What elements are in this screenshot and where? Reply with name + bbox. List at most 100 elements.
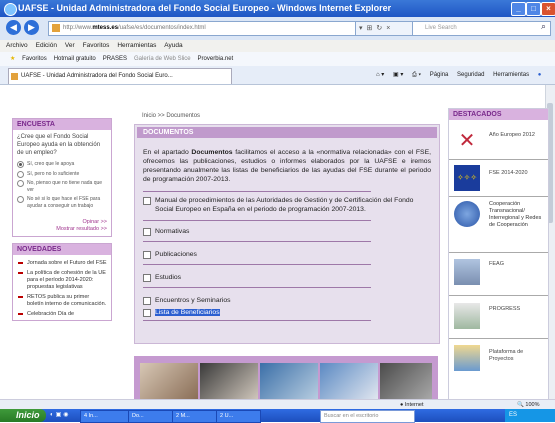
favorites-bar: ★ Favoritos Hotmail gratuito PRASES Gale…: [0, 52, 555, 67]
menu-favoritos[interactable]: Favoritos: [83, 42, 110, 49]
menu-herramientas[interactable]: Herramientas: [117, 42, 156, 49]
taskbar-item[interactable]: 2 U...: [216, 410, 261, 423]
banner-photo: [140, 363, 198, 399]
encuesta-option[interactable]: Sí, pero no lo suficiente: [13, 170, 111, 180]
document-icon: [143, 274, 151, 282]
banner-photo: [380, 363, 432, 399]
taskbar-item[interactable]: 2 M...: [172, 410, 217, 423]
doc-item-label: Lista de Beneficiarios: [155, 309, 220, 316]
address-actions[interactable]: ▾⊞↻×: [355, 21, 415, 36]
menu-ayuda[interactable]: Ayuda: [164, 42, 182, 49]
minimize-button[interactable]: _: [511, 2, 526, 16]
manual-link[interactable]: Manual de procedimientos de las Autorida…: [135, 196, 439, 214]
taskbar-item[interactable]: 4 In...: [80, 410, 129, 423]
news-text: RETOS publica su primer boletín interno …: [27, 294, 107, 307]
favorites-label: Favoritos: [22, 56, 47, 62]
menu-archivo[interactable]: Archivo: [6, 42, 28, 49]
radio-icon: [17, 180, 24, 187]
language-indicator[interactable]: ES: [509, 412, 517, 418]
tab-bar: UAFSE - Unidad Administradora del Fondo …: [0, 66, 555, 85]
cmd-seguridad[interactable]: Seguridad: [457, 72, 484, 78]
document-icon: [143, 309, 151, 317]
encuesta-option[interactable]: No sé si lo que hace el FSE para ayudar …: [13, 195, 111, 211]
page-favicon-icon: [52, 24, 60, 32]
news-text: Celebración Día de: [27, 311, 75, 317]
url-domain: mtess.es: [92, 25, 119, 31]
novedades-box: NOVEDADES Jornada sobre el Futuro del FS…: [12, 243, 112, 321]
destacado-item[interactable]: PROGRESS: [449, 296, 548, 339]
cmd-herramientas[interactable]: Herramientas: [493, 72, 529, 78]
banner-photo: [260, 363, 318, 399]
left-sidebar: ENCUESTA ¿Cree que el Fondo Social Europ…: [12, 118, 112, 321]
radio-icon: [17, 196, 24, 203]
progress-icon: [454, 303, 480, 329]
fav-proverbia[interactable]: Proverbia.net: [198, 56, 234, 62]
eu-flag-icon: ✧✧✧: [454, 165, 480, 191]
platform-icon: [454, 345, 480, 371]
menu-ver[interactable]: Ver: [65, 42, 75, 49]
destacado-item[interactable]: FEAG: [449, 253, 548, 296]
zone-label: Internet: [404, 402, 424, 408]
window-title-bar: UAFSE - Unidad Administradora del Fondo …: [0, 0, 555, 17]
doc-item-publicaciones[interactable]: Publicaciones: [135, 250, 439, 259]
cmd-pagina[interactable]: Página: [430, 72, 449, 78]
desktop-search-input[interactable]: Buscar en el escritorio: [320, 410, 415, 423]
news-item[interactable]: La política de cohesión de la UE para el…: [13, 269, 111, 293]
destacado-label: Año Europeo 2012: [489, 132, 535, 138]
search-input[interactable]: Live Search: [412, 21, 551, 36]
destacado-item[interactable]: ✧✧✧ FSE 2014-2020: [449, 160, 548, 197]
fav-web-slice[interactable]: Galería de Web Slice: [134, 56, 191, 62]
option-label: No, pienso que no tiene nada que ver: [27, 180, 103, 193]
forward-button[interactable]: ▶: [24, 20, 39, 35]
doc-item-normativas[interactable]: Normativas: [135, 227, 439, 236]
banner-photo: [320, 363, 378, 399]
back-button[interactable]: ◀: [6, 20, 21, 35]
tab-uafse[interactable]: UAFSE - Unidad Administradora del Fondo …: [8, 68, 232, 84]
feeds-icon[interactable]: ▣ ▾: [393, 72, 403, 78]
opinar-link[interactable]: Opinar >>: [13, 219, 111, 226]
encuesta-option[interactable]: Sí, creo que le apoya: [13, 160, 111, 170]
novedades-heading: NOVEDADES: [13, 244, 111, 255]
radio-icon: [17, 170, 24, 178]
fav-hotmail[interactable]: Hotmail gratuito: [54, 56, 96, 62]
doc-item-encuentros[interactable]: Encuentros y Seminarios: [135, 296, 439, 305]
mostrar-resultado-link[interactable]: Mostrar resultado >>: [13, 226, 111, 236]
destacado-item[interactable]: Plataforma de Proyectos: [449, 339, 548, 379]
start-button[interactable]: Inicio: [0, 409, 46, 422]
home-icon[interactable]: ⌂ ▾: [376, 72, 384, 78]
documentos-intro: En el apartado Documentos facilitamos el…: [135, 140, 439, 184]
documentos-heading: DOCUMENTOS: [137, 127, 437, 138]
doc-item-estudios[interactable]: Estudios: [135, 273, 439, 282]
system-tray: ES: [505, 409, 555, 422]
favorites-button[interactable]: ★ Favoritos: [5, 56, 47, 62]
bullet-icon: [18, 272, 23, 274]
encuesta-option[interactable]: No, pienso que no tiene nada que ver: [13, 179, 111, 195]
taskbar-item[interactable]: Do...: [128, 410, 173, 423]
maximize-button[interactable]: □: [526, 2, 541, 16]
close-window-button[interactable]: ×: [541, 2, 555, 16]
fav-prases[interactable]: PRASES: [103, 56, 127, 62]
breadcrumb[interactable]: Inicio >> Documentos: [142, 113, 200, 119]
destacados-heading: DESTACADOS: [449, 109, 548, 120]
document-icon: [143, 297, 151, 305]
zoom-value: 100%: [525, 402, 540, 408]
print-icon[interactable]: ⎙ ▾: [412, 72, 421, 78]
search-icon[interactable]: ⌕: [541, 21, 546, 32]
doc-item-beneficiarios[interactable]: Lista de Beneficiarios: [135, 308, 439, 317]
globe-icon: [454, 201, 480, 227]
encuesta-question: ¿Cree que el Fondo Social Europeo ayuda …: [17, 134, 101, 156]
doc-item-label: Encuentros y Seminarios: [155, 297, 231, 304]
quick-launch-icons[interactable]: ◐▣◉: [50, 411, 71, 418]
menu-edicion[interactable]: Edición: [36, 42, 57, 49]
news-item[interactable]: Celebración Día de: [13, 310, 111, 320]
destacado-item[interactable]: Cooperación Transnacional/ Interregional…: [449, 197, 548, 253]
destacado-label: FEAG: [489, 261, 504, 267]
destacados-sidebar: DESTACADOS ✕ Año Europeo 2012 ✧✧✧ FSE 20…: [448, 108, 549, 402]
help-icon[interactable]: ●: [538, 72, 542, 78]
destacado-item[interactable]: ✕ Año Europeo 2012: [449, 122, 548, 160]
news-item[interactable]: RETOS publica su primer boletín interno …: [13, 293, 111, 310]
taskbar: Inicio ◐▣◉ 4 In... Do... 2 M... 2 U... B…: [0, 409, 555, 423]
window-title: UAFSE - Unidad Administradora del Fondo …: [18, 3, 392, 13]
address-input[interactable]: http://www.mtess.es/uafse/es/documentos/…: [48, 21, 364, 36]
news-item[interactable]: Jornada sobre el Futuro del FSE: [13, 259, 111, 269]
